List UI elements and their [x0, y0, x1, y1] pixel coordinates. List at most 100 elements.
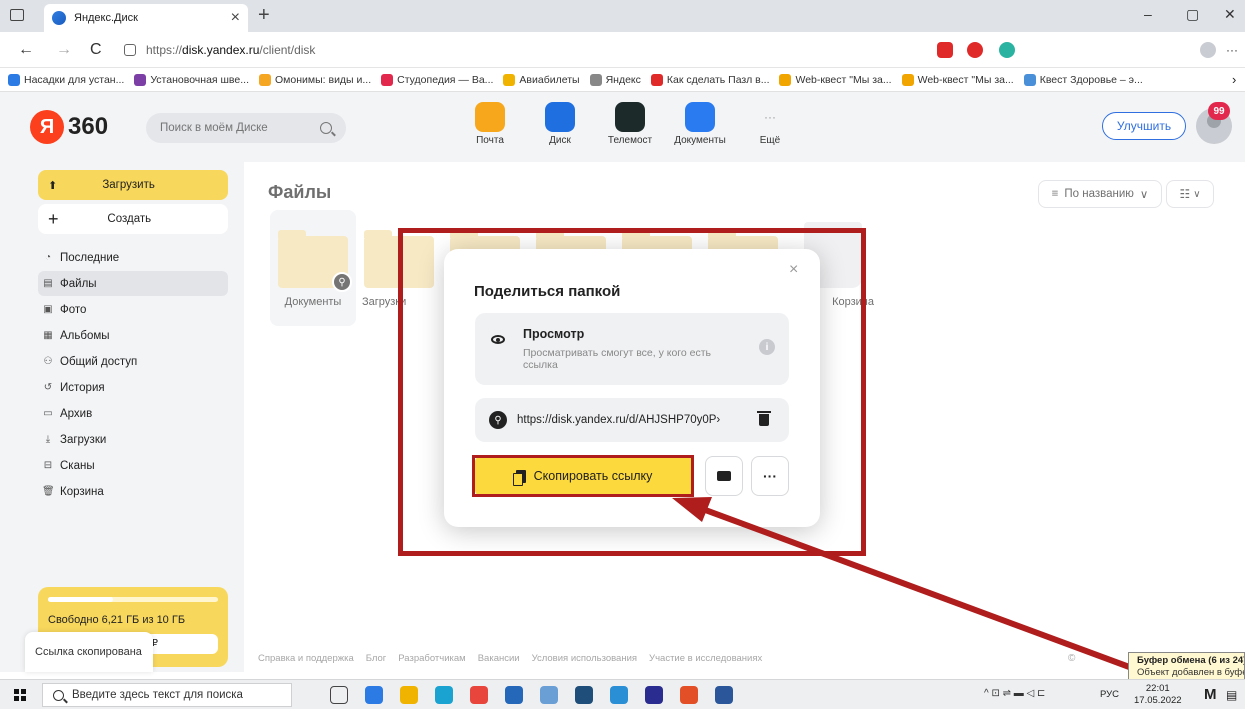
app-3[interactable]: Документы — [672, 102, 728, 146]
taskbar-app-icon[interactable] — [365, 686, 383, 704]
sidebar-item-3[interactable]: ▦ Альбомы — [38, 323, 228, 348]
forward-button[interactable]: → — [56, 41, 72, 59]
opera-icon[interactable] — [967, 42, 983, 58]
tab-actions-icon[interactable] — [10, 9, 24, 21]
sidebar-item-icon: ⚇ — [43, 356, 53, 367]
bookmark-favicon-icon — [381, 73, 394, 86]
bookmark-label: Омонимы: виды и... — [275, 73, 372, 86]
bookmark-label: Студопедия — Ва... — [397, 73, 494, 86]
bookmark-item[interactable]: Web-квест "Мы за... — [779, 73, 892, 86]
yandex-360-logo[interactable]: Я 360 — [30, 110, 108, 144]
extension-green-icon[interactable] — [999, 42, 1015, 58]
reload-button[interactable]: C — [90, 41, 102, 59]
bookmark-item[interactable]: Как сделать Пазл в... — [650, 73, 770, 86]
taskbar-app-icon[interactable] — [400, 686, 418, 704]
taskbar-app-icon[interactable] — [715, 686, 733, 704]
bookmark-item[interactable]: Авиабилеты — [503, 73, 580, 86]
clipboard-tooltip[interactable]: Буфер обмена (6 из 24) Объект добавлен в… — [1128, 652, 1245, 682]
maximize-button[interactable]: ▢ — [1186, 6, 1199, 23]
sidebar-item-label: История — [60, 381, 105, 394]
sidebar-item-8[interactable]: ⊟ Сканы — [38, 453, 228, 478]
browser-menu-icon[interactable]: ··· — [1226, 43, 1238, 57]
sidebar-item-2[interactable]: ▣ Фото — [38, 297, 228, 322]
extension-red-icon[interactable] — [937, 42, 953, 58]
sidebar-item-icon: ▤ — [43, 278, 53, 289]
bookmark-favicon-icon — [503, 73, 516, 86]
sidebar-item-icon: ▦ — [43, 330, 53, 341]
close-window-button[interactable]: ✕ — [1224, 6, 1236, 23]
yandex-disk-favicon-icon — [52, 11, 66, 25]
app-4[interactable]: ··· Ещё — [742, 102, 798, 146]
url-field[interactable]: https://disk.yandex.ru/client/disk — [124, 38, 894, 62]
bookmark-label: Как сделать Пазл в... — [666, 73, 770, 86]
lock-icon — [124, 44, 136, 56]
bookmark-label: Авиабилеты — [519, 73, 580, 86]
sidebar-item-1[interactable]: ▤ Файлы — [38, 271, 228, 296]
clipboard-text: Объект добавлен в буфер... — [1137, 667, 1244, 678]
yandex-logo-icon: Я — [30, 110, 64, 144]
sidebar-item-7[interactable]: ⤓ Загрузки — [38, 427, 228, 452]
sidebar-item-label: Последние — [60, 251, 120, 264]
create-button[interactable]: + Создать — [38, 204, 228, 234]
taskbar-app-icon[interactable] — [575, 686, 593, 704]
search-icon[interactable] — [320, 122, 332, 134]
sidebar-item-icon: 🗑 — [42, 486, 55, 497]
taskbar-app-icon[interactable] — [505, 686, 523, 704]
app-2[interactable]: Телемост — [602, 102, 658, 146]
bookmark-item[interactable]: Студопедия — Ва... — [381, 73, 494, 86]
browser-tab[interactable]: Яндекс.Диск × — [44, 4, 248, 32]
app-tray-icon[interactable]: M — [1204, 686, 1217, 703]
taskbar-app-icon[interactable] — [540, 686, 558, 704]
sidebar: ⬆ Загрузить + Создать ◔ Последние ▤ Файлы ▣ Ф… — [0, 162, 244, 672]
sidebar-item-9[interactable]: 🗑 Корзина — [38, 479, 228, 504]
new-tab-button[interactable]: + — [258, 4, 270, 27]
sidebar-item-5[interactable]: ↺ История — [38, 375, 228, 400]
bookmark-item[interactable]: Яндекс — [589, 73, 641, 86]
plus-icon: + — [48, 208, 59, 229]
url-text: https://disk.yandex.ru/client/disk — [146, 43, 316, 57]
sidebar-item-4[interactable]: ⚇ Общий доступ — [38, 349, 228, 374]
sidebar-item-icon: ↺ — [43, 382, 53, 393]
upgrade-button[interactable]: Улучшить — [1102, 112, 1186, 140]
app-icon — [615, 102, 645, 132]
logo-360-text: 360 — [68, 113, 109, 140]
minimize-button[interactable]: – — [1144, 6, 1152, 22]
bookmark-item[interactable]: Квест Здоровье – э... — [1023, 73, 1143, 86]
disk-search[interactable] — [146, 113, 346, 143]
notifications-icon[interactable]: ▤ — [1226, 688, 1237, 702]
system-tray-icons[interactable]: ^ ⊡ ⇌ ▬ ◁ ⊏ — [984, 688, 1045, 699]
app-label: Ещё — [759, 135, 781, 146]
bookmark-item[interactable]: Насадки для устан... — [8, 73, 124, 86]
upload-button[interactable]: ⬆ Загрузить — [38, 170, 228, 200]
bookmark-item[interactable]: Установочная шве... — [134, 73, 249, 86]
bookmarks-more-icon[interactable]: › — [1232, 72, 1236, 87]
taskbar-app-icon[interactable] — [470, 686, 488, 704]
language-indicator[interactable]: РУС — [1100, 689, 1119, 700]
windows-start-icon[interactable] — [14, 689, 26, 701]
sidebar-item-0[interactable]: ◔ Последние — [38, 245, 228, 270]
taskbar-app-icon[interactable] — [680, 686, 698, 704]
back-button[interactable]: ← — [18, 41, 34, 59]
sidebar-item-label: Альбомы — [60, 329, 110, 342]
address-bar: ← → C https://disk.yandex.ru/client/disk… — [0, 32, 1245, 68]
taskbar-app-icon[interactable] — [330, 686, 348, 704]
bookmark-item[interactable]: Омонимы: виды и... — [259, 73, 372, 86]
clock[interactable]: 22:01 17.05.2022 — [1134, 683, 1182, 707]
taskbar-app-icon[interactable] — [645, 686, 663, 704]
upload-label: Загрузить — [102, 179, 155, 191]
bookmark-favicon-icon — [589, 73, 602, 86]
tab-close-icon[interactable]: × — [231, 9, 240, 27]
disk-search-input[interactable] — [160, 122, 310, 134]
profile-icon[interactable] — [1200, 42, 1216, 58]
app-1[interactable]: Диск — [532, 102, 588, 146]
storage-fill — [48, 597, 113, 602]
clock-time: 22:01 — [1145, 683, 1170, 694]
app-0[interactable]: Почта — [462, 102, 518, 146]
taskbar-search[interactable]: Введите здесь текст для поиска — [42, 683, 292, 707]
taskbar-app-icon[interactable] — [610, 686, 628, 704]
bookmark-favicon-icon — [259, 73, 271, 86]
bookmark-item[interactable]: Web-квест "Мы за... — [901, 73, 1014, 86]
sidebar-item-icon: ▣ — [43, 304, 53, 315]
sidebar-item-6[interactable]: ▭ Архив — [38, 401, 228, 426]
taskbar-app-icon[interactable] — [435, 686, 453, 704]
